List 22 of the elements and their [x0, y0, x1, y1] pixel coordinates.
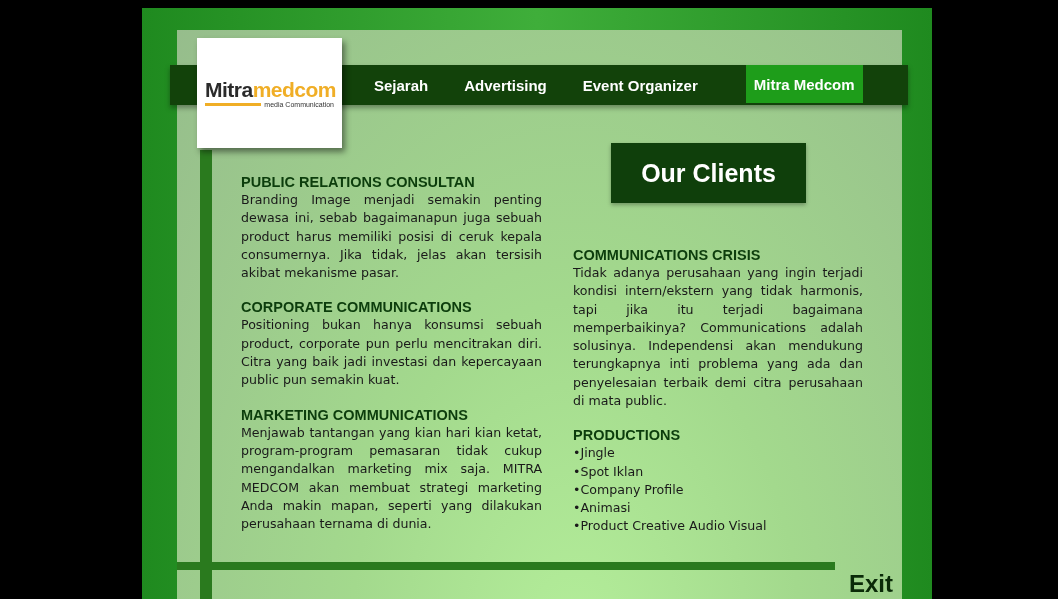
section-heading: COMMUNICATIONS CRISIS [573, 246, 762, 264]
section-heading: MARKETING COMMUNICATIONS [241, 405, 469, 424]
logo-underline [205, 102, 262, 106]
nav-tab[interactable]: Advertising [456, 65, 555, 105]
list-item: •Jingle [573, 444, 616, 463]
section-heading: PUBLIC RELATIONS CONSULTAN [241, 173, 476, 191]
list-item: •Product Creative Audio Visual [573, 517, 768, 536]
section-heading: CORPORATE COMMUNICATIONS [241, 298, 473, 317]
section-text: Positioning bukan hanya konsumsi sebuah product, corporate pun perlu mencitrakan diri. Citra yang baik jadi investasi dan kepercayaan public pun semakin kuat. [241, 316, 542, 390]
nav-tab[interactable]: Mitra Medcom [745, 65, 863, 103]
page-title: Our Clients [611, 143, 806, 203]
section-text: Menjawab tantangan yang kian hari kian ketat, program-program pemasaran tidak cukup mengandalkan marketing mix saja. MITRA MEDCOM akan membuat strategi marketing Anda makin mapan, seperti yang dilakukan perusahaan ternama di dunia. [241, 423, 542, 534]
nav-tab[interactable]: Sejarah [366, 65, 437, 105]
exit-button[interactable]: Exit [849, 570, 893, 598]
section-text: Tidak adanya perusahaan yang ingin terjadi kondisi intern/ekstern yang tidak harmonis, tapi jika itu terjadi bagaimana memperbaikinya? Communications adalah solusinya. Independensi akan mendukung terungkapnya inti problema yang ada dan penyelesaian terbaik demi citra perusahaan di mata public. [573, 264, 863, 411]
section-heading: PRODUCTIONS [573, 426, 682, 445]
list-item: •Company Profile [573, 480, 685, 499]
section-text: Branding Image menjadi semakin penting dewasa ini, sebab bagaimanapun juga sebuah product harus memiliki posisi di ceruk kepala consumernya. Jika tidak, jelas akan tersisih akibat mekanisme pasar. [241, 191, 542, 283]
nav-tab[interactable]: Event Organizer [574, 65, 706, 105]
list-item: •Spot Iklan [573, 462, 645, 481]
logo-wordmark: Mitramedcom [205, 78, 334, 100]
list-item: •Animasi [573, 499, 632, 517]
